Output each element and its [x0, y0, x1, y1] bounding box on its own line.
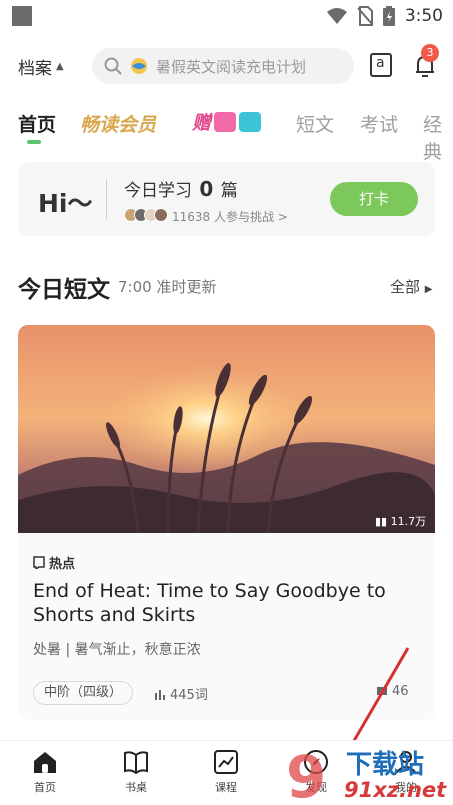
dictionary-icon: a — [376, 55, 385, 71]
tab-gift[interactable]: 赠 — [192, 108, 262, 135]
chevron-right-icon: ▶ — [424, 284, 433, 295]
word-count-value: 445词 — [170, 688, 208, 703]
search-icon — [104, 57, 122, 75]
article-title: End of Heat: Time to Say Goodbye to Shor… — [33, 580, 386, 626]
nav-home[interactable]: 首页 — [15, 749, 75, 795]
tab-vip[interactable]: 畅读会员 — [80, 110, 156, 137]
nav-desk-label: 书桌 — [125, 781, 147, 794]
partner-logo-icon — [239, 111, 262, 132]
article-tag-label: 热点 — [49, 557, 76, 572]
tab-home[interactable]: 首页 — [18, 110, 56, 137]
status-bar: 3:50 — [0, 0, 453, 32]
wheat-field-image — [18, 325, 435, 533]
section-subtitle: 7:00 准时更新 — [118, 278, 217, 296]
nav-course-label: 课程 — [215, 781, 237, 794]
search-placeholder: 暑假英文阅读充电计划 — [156, 57, 307, 76]
section-title: 今日短文 — [18, 277, 110, 303]
nav-home-label: 首页 — [34, 781, 56, 794]
today-study: 今日学习 0 篇 — [124, 176, 238, 201]
today-prefix: 今日学习 — [124, 181, 192, 201]
today-count: 0 — [199, 177, 214, 201]
view-count-value: 11.7万 — [390, 515, 427, 528]
today-unit: 篇 — [220, 181, 238, 201]
participant-avatars — [124, 208, 168, 222]
caret-down-icon: ▲ — [56, 61, 64, 72]
tab-exam[interactable]: 考试 — [360, 110, 398, 137]
bar-chart-icon — [155, 689, 165, 700]
watermark-url: 91xz.net — [344, 778, 447, 802]
book-icon — [124, 751, 148, 775]
view-count: ▮▮ 11.7万 — [375, 513, 426, 529]
notification-icon — [12, 6, 32, 26]
see-all-link[interactable]: 全部 ▶ — [390, 276, 433, 297]
battery-icon — [382, 6, 395, 26]
home-icon — [34, 752, 56, 773]
nav-desk[interactable]: 书桌 — [106, 749, 166, 795]
tab-indicator — [27, 140, 41, 144]
status-icons: 3:50 — [326, 4, 443, 28]
checkin-button[interactable]: 打卡 — [330, 182, 418, 216]
globe-icon — [131, 58, 147, 74]
watermark-number: 9 — [286, 745, 326, 805]
nav-course[interactable]: 课程 — [196, 749, 256, 795]
archive-label: 档案 — [18, 59, 52, 79]
watermark-text: 下载站 — [346, 750, 425, 780]
tab-classic[interactable]: 经典 — [423, 110, 453, 164]
word-count: 445词 — [154, 684, 208, 703]
divider — [106, 179, 107, 219]
chart-icon — [214, 750, 238, 774]
avatar — [154, 208, 168, 222]
search-input[interactable]: 暑假英文阅读充电计划 — [92, 48, 354, 84]
book-open-icon: ▮▮ — [375, 515, 388, 528]
level-badge: 中阶（四级） — [33, 681, 134, 705]
bookmark-icon — [33, 556, 45, 569]
status-time: 3:50 — [404, 6, 443, 26]
article-desc: 处暑 | 暑气渐止，秋意正浓 — [33, 642, 201, 658]
checkin-card: Hi～ 今日学习 0 篇 11638 人参与挑战 > 打卡 — [18, 162, 435, 236]
challenge-link[interactable]: 11638 人参与挑战 > — [172, 208, 288, 225]
article-tag: 热点 — [33, 553, 75, 572]
dictionary-button[interactable]: a — [370, 53, 392, 77]
notification-badge: 3 — [421, 44, 439, 62]
greeting: Hi～ — [38, 189, 93, 218]
partner-logo-icon — [214, 111, 237, 132]
tab-short[interactable]: 短文 — [296, 110, 334, 137]
see-all-label: 全部 — [390, 278, 421, 296]
top-header: 档案 ▲ 暑假英文阅读充电计划 a 3 — [0, 44, 453, 88]
no-sim-icon — [357, 6, 373, 26]
gift-label: 赠 — [192, 112, 212, 134]
wifi-icon — [326, 8, 347, 24]
archive-selector[interactable]: 档案 ▲ — [18, 54, 64, 79]
